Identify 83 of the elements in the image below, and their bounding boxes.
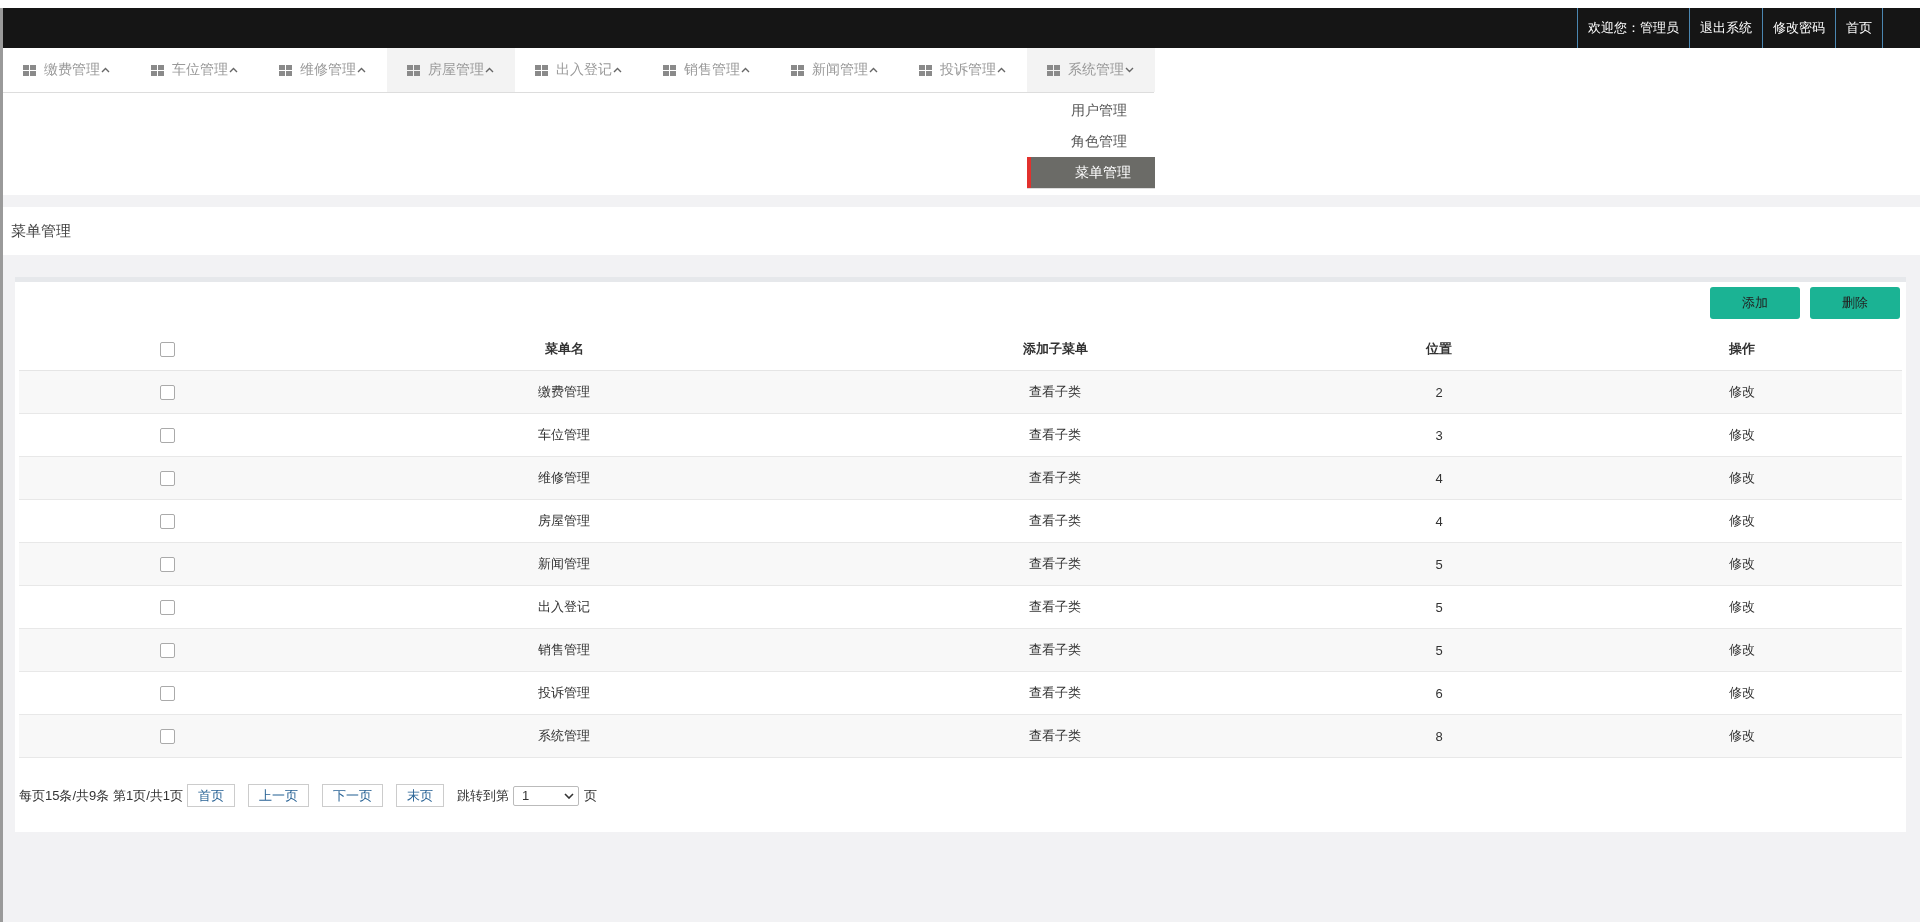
table-cell: 查看子类 <box>1029 685 1081 700</box>
chevron-down-icon <box>564 792 574 799</box>
table-cell: 修改 <box>1728 513 1755 528</box>
table-cell: 4 <box>1435 513 1443 529</box>
submenu-item[interactable]: 用户管理 <box>1027 95 1155 126</box>
submenu-item[interactable]: 菜单管理 <box>1027 157 1155 188</box>
page-button[interactable]: 下一页 <box>322 784 383 807</box>
page-button[interactable]: 上一页 <box>248 784 309 807</box>
table-cell: 修改 <box>1728 470 1755 485</box>
chevron-up-icon <box>101 67 110 73</box>
column-header: 菜单名 <box>544 341 584 356</box>
table-cell: 5 <box>1435 642 1443 658</box>
checkbox[interactable] <box>159 686 175 702</box>
jump-label: 跳转到第 <box>457 786 509 805</box>
checkbox[interactable] <box>159 600 175 616</box>
table-cell: 4 <box>1435 470 1443 486</box>
checkbox[interactable] <box>159 385 175 401</box>
checkbox[interactable] <box>159 428 175 444</box>
table-cell: 车位管理 <box>538 427 590 442</box>
checkbox[interactable] <box>159 514 175 530</box>
page-button[interactable]: 首页 <box>187 784 235 807</box>
toolbar-button[interactable]: 添加 <box>1710 287 1800 319</box>
page-suffix: 页 <box>584 786 597 805</box>
checkbox[interactable] <box>159 342 175 358</box>
chevron-up-icon <box>869 67 878 73</box>
chevron-up-icon <box>357 67 366 73</box>
submenu-item[interactable]: 角色管理 <box>1027 126 1155 157</box>
toolbar-button[interactable]: 删除 <box>1810 287 1900 319</box>
chevron-down-icon <box>1125 67 1134 73</box>
page-select[interactable]: 1 <box>513 785 579 806</box>
table-cell: 新闻管理 <box>538 556 590 571</box>
checkbox[interactable] <box>159 729 175 745</box>
table-cell: 查看子类 <box>1029 513 1081 528</box>
table-cell: 6 <box>1435 685 1443 701</box>
grid-icon <box>279 64 292 76</box>
chevron-up-icon <box>997 67 1006 73</box>
grid-icon <box>535 64 548 76</box>
table-cell: 查看子类 <box>1029 556 1081 571</box>
table-cell: 修改 <box>1728 599 1755 614</box>
table-cell: 修改 <box>1728 384 1755 399</box>
table-cell: 查看子类 <box>1029 642 1081 657</box>
chevron-up-icon <box>613 67 622 73</box>
grid-icon <box>663 64 676 76</box>
table-cell: 修改 <box>1728 556 1755 571</box>
table-cell: 8 <box>1435 728 1443 744</box>
table-cell: 3 <box>1435 427 1443 443</box>
table-cell: 修改 <box>1728 685 1755 700</box>
grid-icon <box>919 64 932 76</box>
chevron-up-icon <box>229 67 238 73</box>
table-cell: 2 <box>1435 384 1443 400</box>
grid-icon <box>151 64 164 76</box>
column-header: 位置 <box>1426 341 1452 356</box>
table-cell: 查看子类 <box>1029 384 1081 399</box>
chevron-up-icon <box>741 67 750 73</box>
grid-icon <box>1047 64 1060 76</box>
table-cell: 房屋管理 <box>538 513 590 528</box>
table-cell: 修改 <box>1728 427 1755 442</box>
table-cell: 查看子类 <box>1029 599 1081 614</box>
table-cell: 修改 <box>1728 642 1755 657</box>
breadcrumb-title: 菜单管理 <box>11 221 71 241</box>
table-cell: 出入登记 <box>538 599 590 614</box>
table-cell: 5 <box>1435 599 1443 615</box>
table-cell: 5 <box>1435 556 1443 572</box>
table-cell: 查看子类 <box>1029 470 1081 485</box>
chevron-up-icon <box>485 67 494 73</box>
grid-icon <box>407 64 420 76</box>
checkbox[interactable] <box>159 557 175 573</box>
table-cell: 销售管理 <box>538 642 590 657</box>
checkbox[interactable] <box>159 643 175 659</box>
table-cell: 查看子类 <box>1029 728 1081 743</box>
table-cell: 缴费管理 <box>538 384 590 399</box>
column-header: 添加子菜单 <box>1022 341 1088 356</box>
table-cell: 查看子类 <box>1029 427 1081 442</box>
column-header: 操作 <box>1728 341 1755 356</box>
grid-icon <box>23 64 36 76</box>
page-summary: 每页15条/共9条 第1页/共1页 <box>19 786 183 805</box>
grid-icon <box>791 64 804 76</box>
checkbox[interactable] <box>159 471 175 487</box>
table-cell: 修改 <box>1728 728 1755 743</box>
table-cell: 投诉管理 <box>538 685 590 700</box>
table-cell: 维修管理 <box>538 470 590 485</box>
page-button[interactable]: 末页 <box>396 784 444 807</box>
table-cell: 系统管理 <box>538 728 590 743</box>
